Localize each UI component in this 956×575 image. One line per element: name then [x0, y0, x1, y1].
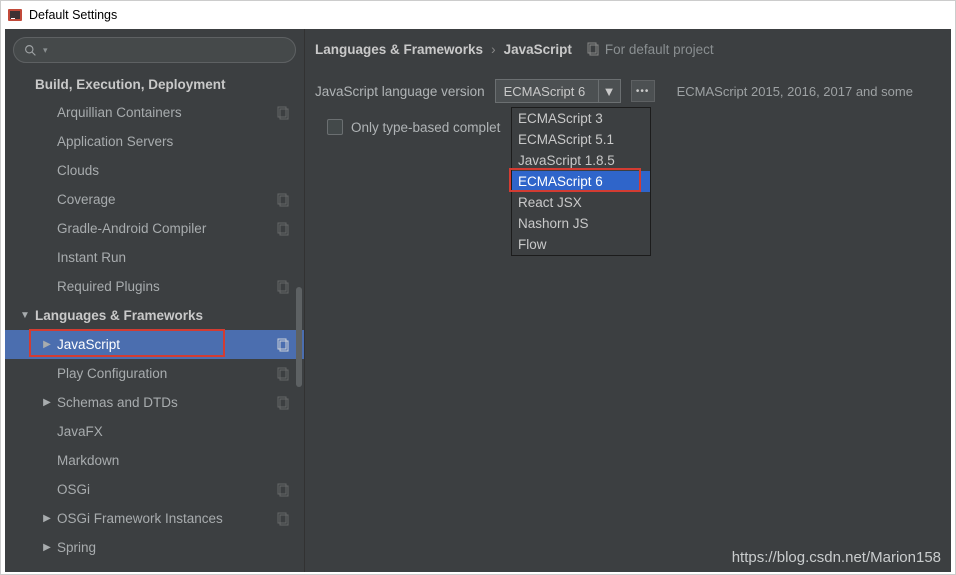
- only-type-based-checkbox[interactable]: [327, 119, 343, 135]
- lang-version-label: JavaScript language version: [315, 84, 485, 99]
- chevron-down-icon: ▾: [43, 45, 48, 56]
- settings-sidebar: ▾ Build, Execution, Deployment Arquillia…: [5, 29, 305, 572]
- dropdown-option[interactable]: Flow: [512, 234, 650, 255]
- sidebar-item-javascript[interactable]: ▶JavaScript: [5, 330, 304, 359]
- scrollbar-thumb[interactable]: [296, 287, 302, 387]
- chevron-right-icon: ▶: [41, 397, 53, 408]
- breadcrumb-part: Languages & Frameworks: [315, 42, 483, 57]
- sidebar-item-app-servers[interactable]: Application Servers: [5, 127, 304, 156]
- sidebar-item-gradle-android[interactable]: Gradle-Android Compiler: [5, 214, 304, 243]
- project-scope-hint: For default project: [586, 42, 714, 57]
- only-type-based-label: Only type-based complet: [351, 120, 500, 135]
- breadcrumb-part: JavaScript: [504, 42, 572, 57]
- title-bar: Default Settings: [1, 1, 955, 29]
- copy-icon: [276, 483, 290, 497]
- window-title: Default Settings: [29, 8, 117, 22]
- breadcrumb: Languages & Frameworks › JavaScript For …: [305, 29, 951, 59]
- copy-icon: [276, 280, 290, 294]
- dropdown-option[interactable]: Nashorn JS: [512, 213, 650, 234]
- more-button[interactable]: •••: [631, 80, 655, 102]
- copy-icon: [276, 338, 290, 352]
- chevron-down-icon: ▼: [19, 310, 31, 321]
- sidebar-item-coverage[interactable]: Coverage: [5, 185, 304, 214]
- copy-icon: [276, 106, 290, 120]
- copy-icon: [586, 42, 600, 56]
- settings-tree: Build, Execution, Deployment Arquillian …: [5, 69, 304, 562]
- dropdown-option[interactable]: ECMAScript 3: [512, 108, 650, 129]
- chevron-right-icon: ›: [491, 42, 496, 57]
- copy-icon: [276, 512, 290, 526]
- sidebar-item-play-config[interactable]: Play Configuration: [5, 359, 304, 388]
- dropdown-option[interactable]: JavaScript 1.8.5: [512, 150, 650, 171]
- settings-main: Languages & Frameworks › JavaScript For …: [305, 29, 951, 572]
- search-icon: [24, 44, 37, 57]
- chevron-right-icon: ▶: [41, 542, 53, 553]
- combo-value: ECMAScript 6: [504, 84, 586, 99]
- dropdown-option[interactable]: React JSX: [512, 192, 650, 213]
- search-input[interactable]: ▾: [13, 37, 296, 63]
- sidebar-item-javafx[interactable]: JavaFX: [5, 417, 304, 446]
- sidebar-item-schemas-dtds[interactable]: ▶Schemas and DTDs: [5, 388, 304, 417]
- sidebar-item-markdown[interactable]: Markdown: [5, 446, 304, 475]
- copy-icon: [276, 396, 290, 410]
- sidebar-item-osgi[interactable]: OSGi: [5, 475, 304, 504]
- dropdown-option[interactable]: ECMAScript 6: [512, 171, 650, 192]
- lang-version-dropdown[interactable]: ECMAScript 3 ECMAScript 5.1 JavaScript 1…: [511, 107, 651, 256]
- watermark: https://blog.csdn.net/Marion158: [732, 549, 941, 566]
- sidebar-group-lang-frameworks[interactable]: ▼Languages & Frameworks: [5, 301, 304, 330]
- sidebar-item-spring[interactable]: ▶Spring: [5, 533, 304, 562]
- copy-icon: [276, 222, 290, 236]
- lang-version-combo[interactable]: ECMAScript 6 ▼: [495, 79, 621, 103]
- copy-icon: [276, 193, 290, 207]
- chevron-down-icon: ▼: [598, 80, 620, 102]
- tree-heading-build: Build, Execution, Deployment: [5, 69, 304, 98]
- lang-version-hint: ECMAScript 2015, 2016, 2017 and some: [677, 84, 913, 99]
- dropdown-option[interactable]: ECMAScript 5.1: [512, 129, 650, 150]
- sidebar-item-clouds[interactable]: Clouds: [5, 156, 304, 185]
- chevron-right-icon: ▶: [41, 339, 53, 350]
- sidebar-item-arquillian[interactable]: Arquillian Containers: [5, 98, 304, 127]
- chevron-right-icon: ▶: [41, 513, 53, 524]
- sidebar-item-instant-run[interactable]: Instant Run: [5, 243, 304, 272]
- app-icon: [7, 7, 23, 23]
- copy-icon: [276, 367, 290, 381]
- sidebar-item-osgi-framework[interactable]: ▶OSGi Framework Instances: [5, 504, 304, 533]
- sidebar-item-required-plugins[interactable]: Required Plugins: [5, 272, 304, 301]
